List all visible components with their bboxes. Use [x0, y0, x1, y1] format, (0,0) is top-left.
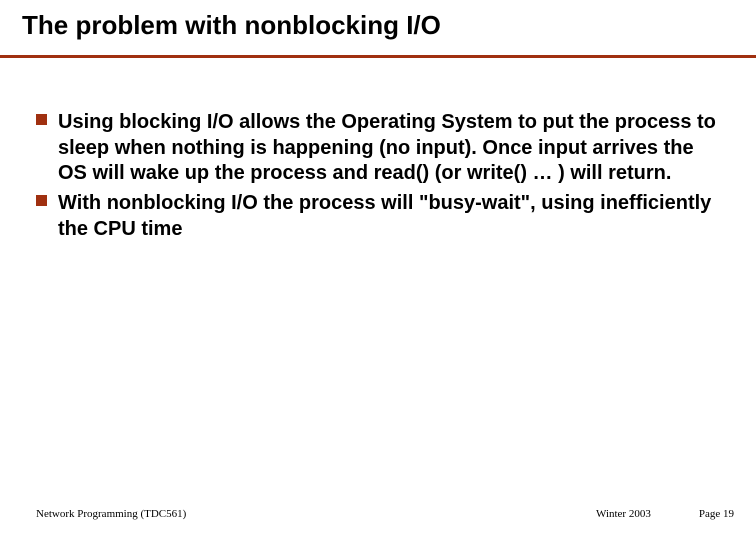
content-area: Using blocking I/O allows the Operating … — [0, 58, 756, 242]
footer: Network Programming (TDC561) Winter 2003… — [0, 508, 756, 520]
footer-course: Network Programming (TDC561) — [36, 508, 596, 520]
square-bullet-icon — [36, 195, 47, 206]
square-bullet-icon — [36, 114, 47, 125]
bullet-item: Using blocking I/O allows the Operating … — [36, 110, 716, 187]
bullet-text: With nonblocking I/O the process will "b… — [58, 192, 711, 240]
bullet-item: With nonblocking I/O the process will "b… — [36, 191, 716, 242]
slide: The problem with nonblocking I/O Using b… — [0, 0, 756, 540]
title-area: The problem with nonblocking I/O — [0, 0, 756, 41]
footer-page: Page 19 — [699, 508, 734, 520]
footer-term: Winter 2003 — [596, 508, 651, 520]
bullet-text: Using blocking I/O allows the Operating … — [58, 111, 716, 184]
slide-title: The problem with nonblocking I/O — [22, 10, 756, 41]
